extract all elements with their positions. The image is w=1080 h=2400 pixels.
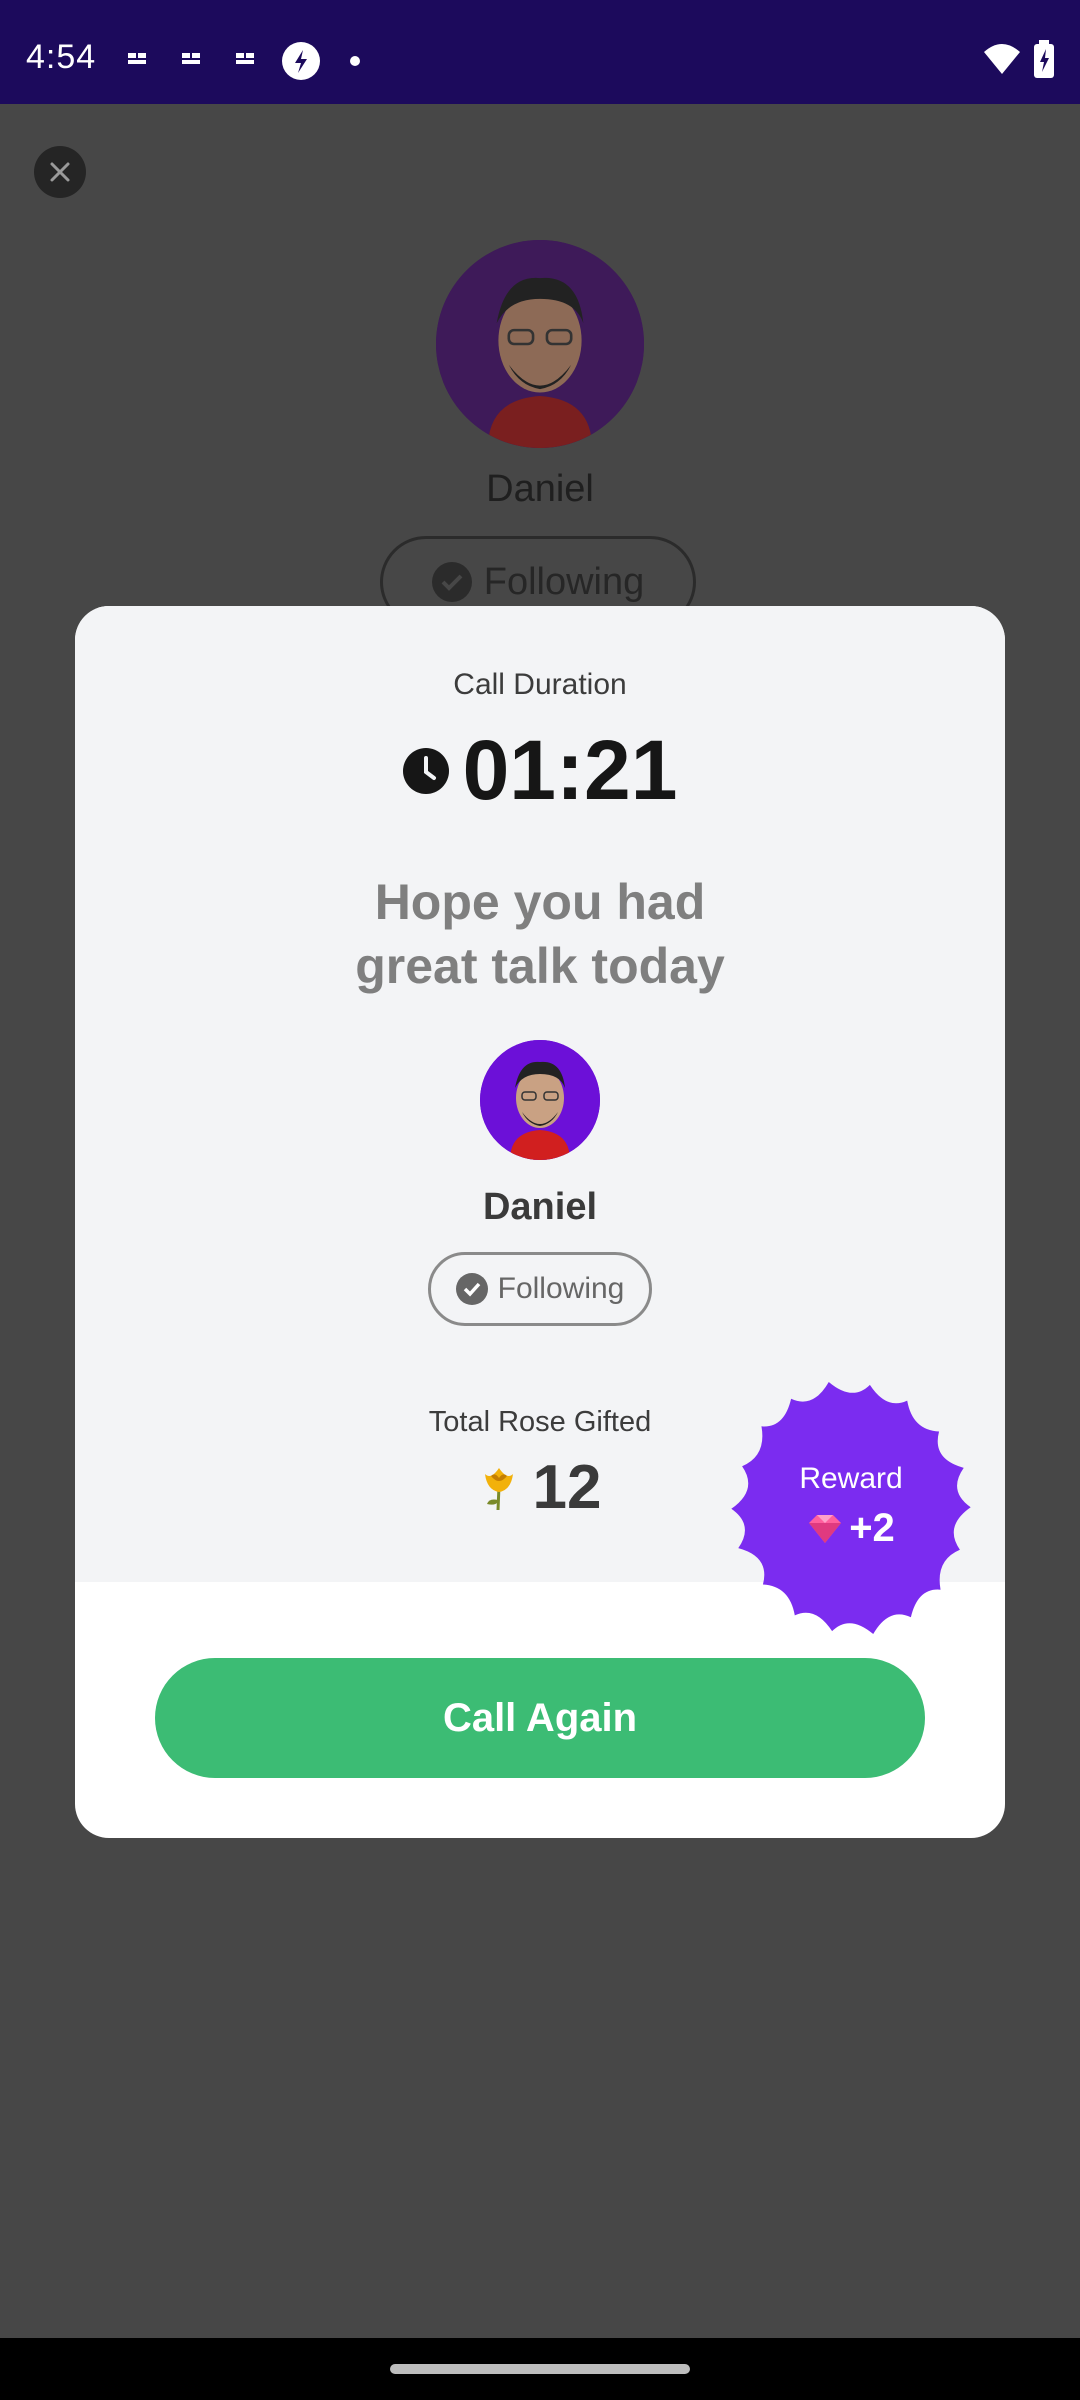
avatar [480,1040,600,1160]
call-summary-dialog: Call Duration 01:21 Hope you had great t… [75,606,1005,1838]
call-duration-value: 01:21 [462,723,678,817]
reward-value: +2 [849,1506,895,1550]
call-again-button[interactable]: Call Again [155,1658,925,1778]
clock-icon [402,747,449,794]
close-button[interactable] [34,146,86,198]
battery-icon [1034,40,1054,78]
background-following-label: Following [483,560,645,603]
avatar-face-icon [436,240,644,448]
background-user-name: Daniel [486,468,594,510]
reward-label: Reward [799,1462,903,1495]
notification-icon [128,53,146,64]
call-duration: 01:21 [75,722,1005,819]
rose-count: 12 [532,1453,602,1522]
rose-icon [484,1467,513,1510]
notification-dot-icon [350,56,360,66]
background-avatar [436,240,644,448]
check-icon [431,562,472,602]
user-name: Daniel [482,1186,598,1228]
notification-icon [182,53,200,64]
reward-badge: Reward +2 [719,1376,983,1640]
status-bar: 4:54 [0,0,1080,104]
message-text: Hope you had great talk today [75,870,1005,998]
message-line-2: great talk today [355,938,725,994]
bolt-icon [282,42,320,80]
wifi-icon [984,44,1020,74]
check-icon [455,1273,488,1305]
call-duration-label: Call Duration [453,668,627,701]
close-icon [50,162,70,182]
notification-icon [236,53,254,64]
gem-icon [809,1514,842,1543]
reward-amount: +2 [719,1506,983,1551]
following-button[interactable]: Following [428,1252,652,1326]
following-label: Following [497,1272,625,1305]
home-gesture-handle[interactable] [390,2364,690,2374]
navigation-bar [0,2338,1080,2400]
message-line-1: Hope you had [374,874,706,930]
status-time: 4:54 [26,38,97,76]
avatar-face-icon [480,1040,600,1160]
